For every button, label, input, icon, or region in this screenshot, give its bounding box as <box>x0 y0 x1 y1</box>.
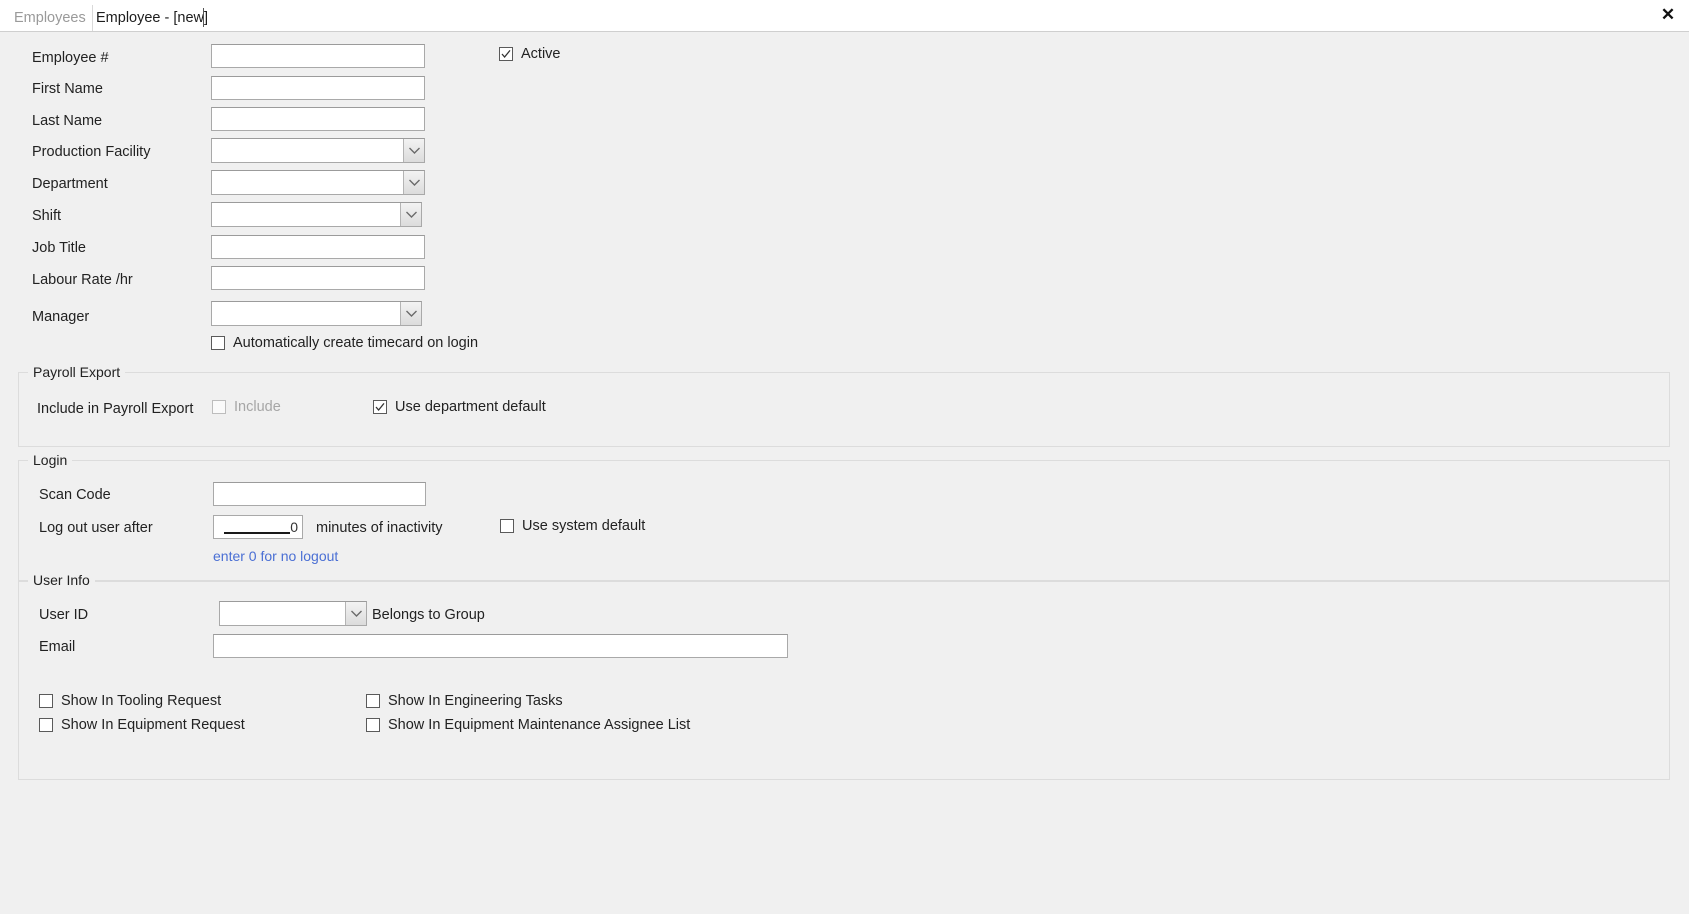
payroll-export-group: Payroll Export Include in Payroll Export… <box>18 364 1670 447</box>
logout-after-label: Log out user after <box>39 520 153 536</box>
show-in-engineering-tasks-checkbox[interactable]: Show In Engineering Tasks <box>366 693 563 709</box>
show-in-equipment-request-checkbox-box <box>39 718 53 732</box>
auto-create-timecard-checkbox-label: Automatically create timecard on login <box>233 335 479 351</box>
show-in-engineering-tasks-checkbox-box <box>366 694 380 708</box>
include-in-payroll-export-label: Include in Payroll Export <box>37 401 194 417</box>
chevron-down-icon[interactable] <box>345 602 366 625</box>
chevron-down-icon[interactable] <box>403 139 424 162</box>
active-checkbox-label: Active <box>521 46 561 62</box>
form-area: Employee # Active First Name Last Name P… <box>0 32 1689 914</box>
use-system-default-checkbox-label: Use system default <box>522 518 646 534</box>
logout-minutes-value: 0 <box>290 519 298 535</box>
show-in-equipment-maintenance-label: Show In Equipment Maintenance Assignee L… <box>388 717 691 733</box>
auto-create-timecard-checkbox[interactable]: Automatically create timecard on login <box>211 335 478 351</box>
tab-strip: Employees Employee - [new] ✕ <box>0 0 1689 32</box>
employee-form-window: Employees Employee - [new] ✕ Employee # … <box>0 0 1689 914</box>
active-checkbox-box <box>499 47 513 61</box>
use-department-default-checkbox[interactable]: Use department default <box>373 399 546 415</box>
login-group: Login Scan Code Log out user after 0 min… <box>18 452 1670 582</box>
close-icon[interactable]: ✕ <box>1655 2 1681 28</box>
show-in-equipment-request-label: Show In Equipment Request <box>61 717 245 733</box>
tab-employee-new[interactable]: Employee - [new] <box>92 5 214 31</box>
include-in-payroll-checkbox-label: Include <box>234 399 281 415</box>
use-department-default-checkbox-box <box>373 400 387 414</box>
first-name-input[interactable] <box>211 76 425 100</box>
show-in-equipment-request-checkbox[interactable]: Show In Equipment Request <box>39 717 245 733</box>
tab-text-caret <box>203 8 204 27</box>
labour-rate-label: Labour Rate /hr <box>32 272 133 288</box>
scan-code-label: Scan Code <box>39 487 111 503</box>
show-in-equipment-maintenance-checkbox[interactable]: Show In Equipment Maintenance Assignee L… <box>366 717 690 733</box>
use-system-default-checkbox-box <box>500 519 514 533</box>
tab-employees-label: Employees <box>14 10 86 26</box>
auto-create-timecard-checkbox-box <box>211 336 225 350</box>
include-in-payroll-checkbox[interactable]: Include <box>212 399 281 415</box>
chevron-down-icon[interactable] <box>400 203 421 226</box>
tab-employees[interactable]: Employees <box>10 5 93 31</box>
department-label: Department <box>32 176 108 192</box>
belongs-to-group-label: Belongs to Group <box>372 607 485 623</box>
job-title-label: Job Title <box>32 240 86 256</box>
last-name-input[interactable] <box>211 107 425 131</box>
logout-minutes-input[interactable]: 0 <box>213 515 303 539</box>
use-department-default-checkbox-label: Use department default <box>395 399 546 415</box>
show-in-engineering-tasks-label: Show In Engineering Tasks <box>388 693 563 709</box>
logout-hint-text: enter 0 for no logout <box>213 548 339 564</box>
show-in-equipment-maintenance-checkbox-box <box>366 718 380 732</box>
job-title-input[interactable] <box>211 235 425 259</box>
labour-rate-input[interactable] <box>211 266 425 290</box>
employee-number-label: Employee # <box>32 50 109 66</box>
shift-label: Shift <box>32 208 62 224</box>
chevron-down-icon[interactable] <box>400 302 421 325</box>
include-in-payroll-checkbox-box <box>212 400 226 414</box>
last-name-label: Last Name <box>32 113 103 129</box>
minutes-of-inactivity-label: minutes of inactivity <box>316 520 443 536</box>
production-facility-label: Production Facility <box>32 144 151 160</box>
first-name-label: First Name <box>32 81 103 97</box>
shift-dropdown[interactable] <box>211 202 422 227</box>
manager-label: Manager <box>32 309 90 325</box>
production-facility-dropdown[interactable] <box>211 138 425 163</box>
payroll-export-caption: Payroll Export <box>28 364 126 380</box>
use-system-default-checkbox[interactable]: Use system default <box>500 518 645 534</box>
chevron-down-icon[interactable] <box>403 171 424 194</box>
show-in-tooling-request-checkbox-box <box>39 694 53 708</box>
employee-number-input[interactable] <box>211 44 425 68</box>
show-in-tooling-request-checkbox[interactable]: Show In Tooling Request <box>39 693 221 709</box>
active-checkbox[interactable]: Active <box>499 46 561 62</box>
user-id-label: User ID <box>39 607 89 623</box>
tab-employee-new-label: Employee - [new] <box>96 10 209 26</box>
show-in-tooling-request-label: Show In Tooling Request <box>61 693 222 709</box>
user-info-caption: User Info <box>28 572 95 588</box>
email-input[interactable] <box>213 634 788 658</box>
logout-minutes-mask <box>224 532 290 534</box>
manager-dropdown[interactable] <box>211 301 422 326</box>
user-info-group: User Info User ID Belongs to Group Email… <box>18 572 1670 780</box>
user-id-dropdown[interactable] <box>219 601 367 626</box>
email-label: Email <box>39 639 76 655</box>
department-dropdown[interactable] <box>211 170 425 195</box>
login-caption: Login <box>28 452 73 468</box>
scan-code-input[interactable] <box>213 482 426 506</box>
